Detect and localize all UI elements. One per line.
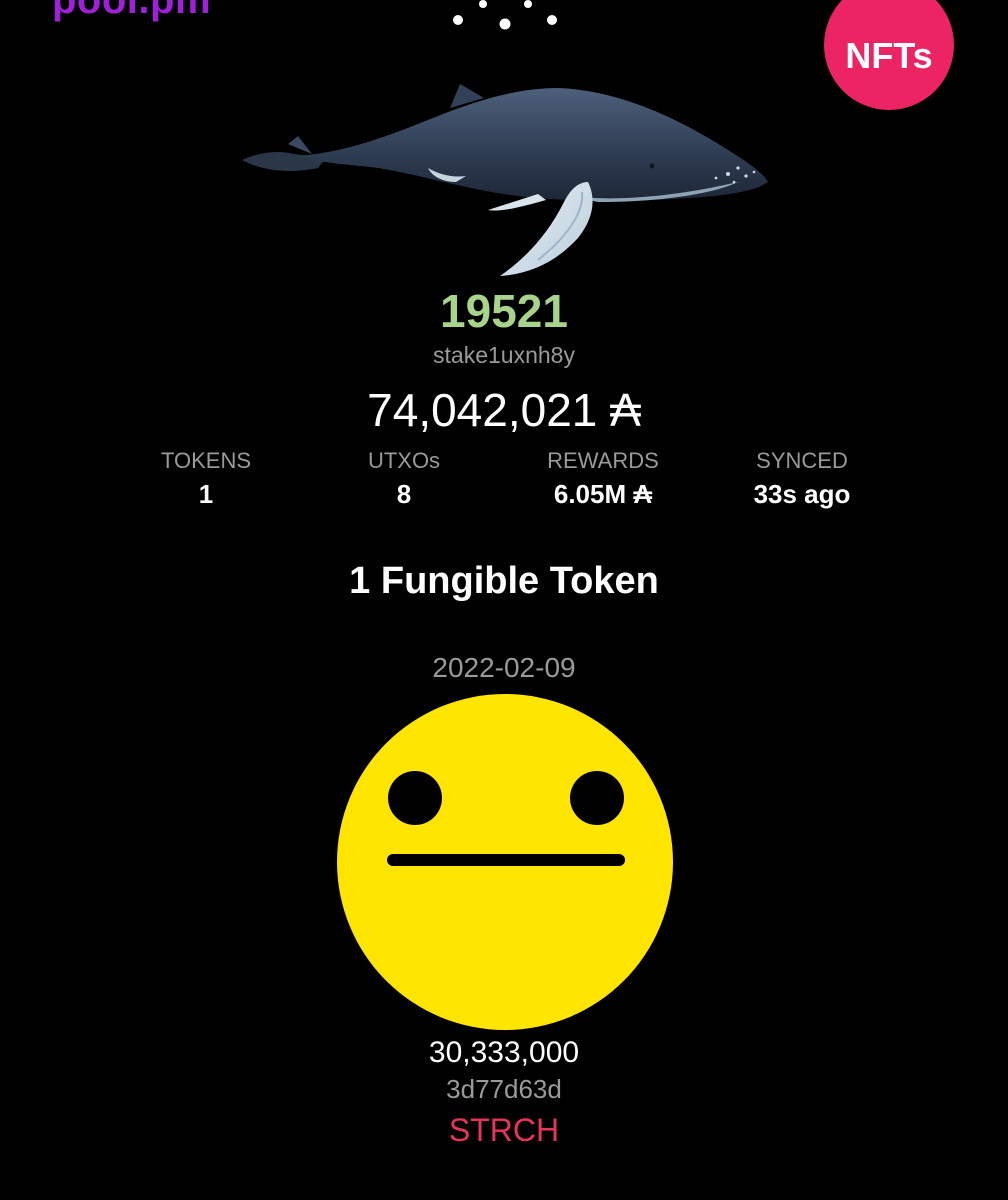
wallet-balance: 74,042,021 ₳ [367, 384, 641, 436]
humpback-whale-icon [242, 84, 768, 276]
stake-address-link[interactable]: stake1uxnh8y [0, 340, 1008, 370]
token-ticker[interactable]: STRCH [304, 1110, 704, 1150]
token-amount: 30,333,000 [428, 1036, 580, 1069]
stat-value: 33s ago [753, 479, 851, 509]
wallet-rank: 19521 [440, 285, 568, 337]
token-card[interactable]: 2022-02-09 30,333,000 3d77d63d STRCH [304, 648, 704, 1158]
stat-value: 1 [198, 479, 214, 509]
token-date: 2022-02-09 [432, 652, 576, 683]
stat-label: REWARDS [547, 448, 659, 473]
stat-label: SYNCED [756, 448, 848, 473]
stat-label: UTXOs [367, 448, 441, 473]
pool-pm-logo[interactable]: pool.pm [52, 0, 211, 20]
cardano-dots-icon [453, 0, 557, 30]
stat-value: 8 [396, 479, 412, 509]
nfts-button[interactable]: NFTs [824, 0, 954, 110]
token-policy-id: 3d77d63d [446, 1074, 562, 1104]
stat-synced: SYNCED 33s ago [702, 446, 902, 512]
stat-utxos: UTXOs 8 [304, 446, 504, 512]
stat-rewards: REWARDS 6.05M ₳ [503, 446, 703, 512]
stat-value: 6.05M ₳ [553, 479, 653, 509]
fungible-tokens-heading: 1 Fungible Token [349, 560, 659, 602]
stat-tokens: TOKENS 1 [106, 446, 306, 512]
stat-label: TOKENS [160, 448, 252, 473]
neutral-face-icon[interactable] [335, 692, 675, 1032]
